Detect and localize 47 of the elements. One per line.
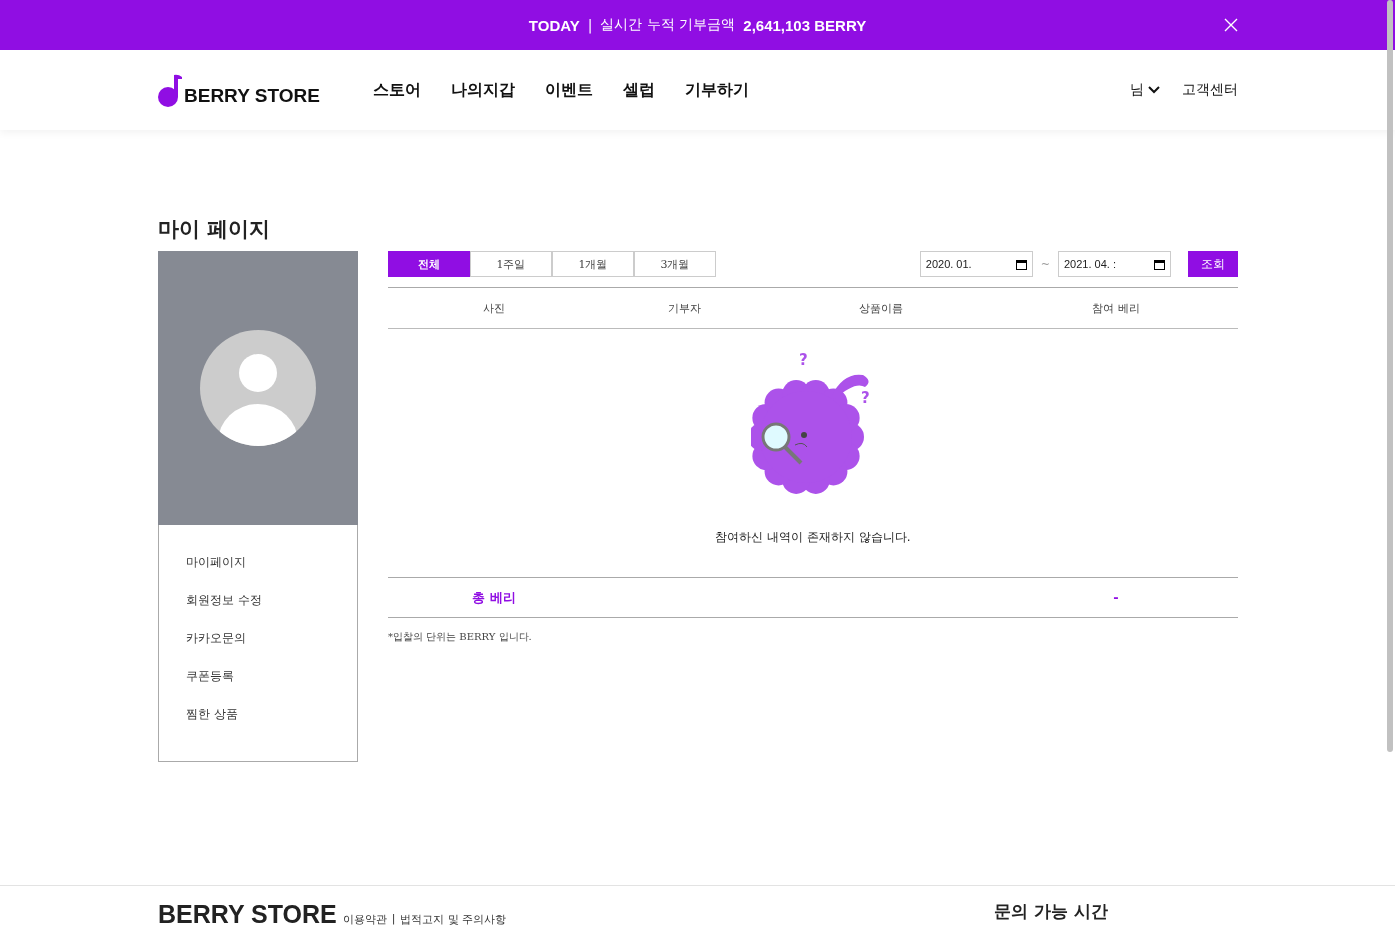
sidebar-item[interactable]: 카카오문의 [186, 629, 357, 648]
question-mark: ? [799, 353, 808, 368]
contact-hours-title: 문의 가능 시간 [994, 900, 1108, 923]
question-mark: ? [861, 391, 870, 406]
avatar-icon [200, 330, 316, 446]
period-tab[interactable]: 전체 [388, 251, 470, 277]
sidebar-item[interactable]: 마이페이지 [186, 553, 357, 572]
logo[interactable]: BERRY STORE [158, 73, 373, 107]
search-button[interactable]: 조회 [1188, 251, 1238, 277]
empty-message: 참여하신 내역이 존재하지 않습니다. [715, 529, 911, 546]
calendar-icon[interactable] [1015, 258, 1027, 270]
close-icon[interactable] [1224, 18, 1238, 32]
footer-link[interactable]: | [391, 912, 396, 941]
nav-link[interactable]: 기부하기 [685, 79, 749, 101]
nav-link[interactable]: 나의지갑 [451, 79, 515, 101]
page-title: 마이 페이지 [158, 216, 272, 241]
donation-label: 실시간 누적 기부금액 [600, 16, 736, 34]
customer-center-link[interactable]: 고객센터 [1182, 81, 1238, 99]
column-header: 기부자 [666, 300, 702, 317]
donation-amount: 2,641,103 BERRY [743, 16, 867, 34]
scrollbar[interactable] [1387, 0, 1393, 752]
chevron-down-icon [1148, 86, 1160, 94]
today-label: TODAY [528, 16, 580, 34]
footer-link[interactable]: 이용약관 [342, 912, 387, 941]
column-header: 상품이름 [858, 300, 904, 317]
separator: | [587, 17, 593, 33]
calendar-icon[interactable] [1154, 258, 1165, 270]
nav-link[interactable]: 셀럽 [623, 79, 655, 101]
period-tab[interactable]: 3개월 [634, 251, 716, 277]
sidebar-item[interactable]: 회원정보 수정 [186, 591, 357, 610]
date-field[interactable]: 2020. 01. [919, 251, 1033, 277]
total-label: 총 베리 [471, 588, 517, 607]
range-separator: ~ [1040, 257, 1050, 271]
total-value: - [1112, 589, 1120, 607]
footer-link[interactable]: 법적고지 및 주의사항 [400, 912, 507, 941]
unit-note: *입찰의 단위는 BERRY 입니다. [388, 630, 533, 644]
user-menu[interactable]: 님 [1130, 81, 1160, 99]
nav-link[interactable]: 스토어 [373, 79, 421, 101]
footer-logo: BERRY STORE [158, 900, 337, 930]
nav-link[interactable]: 이벤트 [545, 79, 593, 101]
column-header: 사진 [482, 300, 506, 317]
date-field[interactable]: 2021. 04. : [1058, 251, 1171, 277]
sidebar-item[interactable]: 찜한 상품 [186, 705, 357, 724]
period-tab[interactable]: 1개월 [552, 251, 634, 277]
period-tab[interactable]: 1주일 [470, 251, 552, 277]
sidebar-item[interactable]: 쿠폰등록 [186, 667, 357, 686]
column-header: 참여 베리 [1091, 300, 1141, 317]
